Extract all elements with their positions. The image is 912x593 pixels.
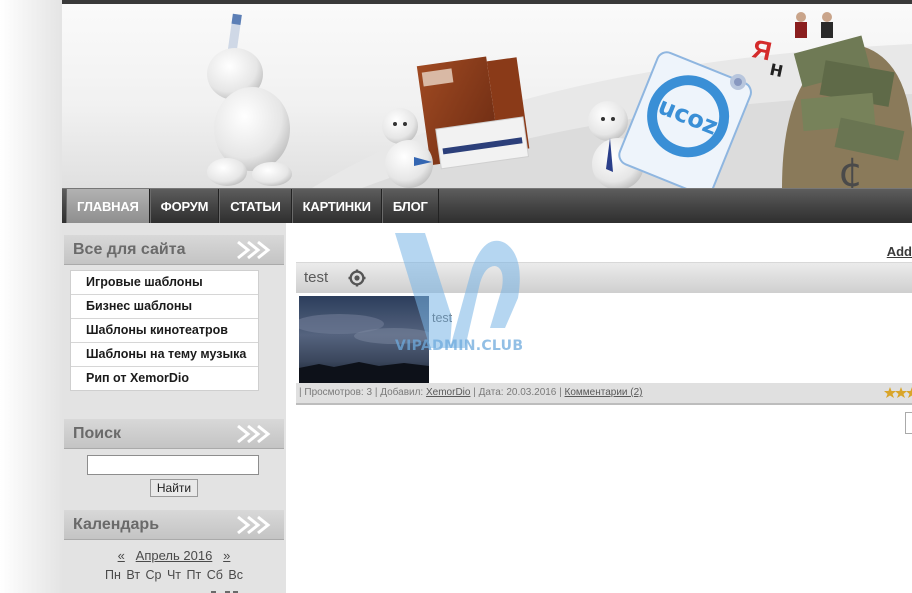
calendar-next-link[interactable]: » xyxy=(223,548,230,563)
search-block-title-text: Поиск xyxy=(73,425,122,442)
site-block-title-text: Все для сайта xyxy=(73,241,186,258)
people-icon xyxy=(795,12,833,38)
site-block-title: Все для сайта xyxy=(64,235,284,265)
search-button[interactable]: Найти xyxy=(150,479,198,497)
page: ucoz Я н ¢ ГЛАВНАЯ ФОРУМ СТАТЬИ КАРТИНКИ… xyxy=(0,0,912,593)
chevrons-icon xyxy=(237,515,271,535)
entry-thumbnail-image[interactable] xyxy=(299,296,429,383)
figure-pencil-icon xyxy=(207,13,292,186)
nav-item-blog[interactable]: БЛОГ xyxy=(381,189,439,223)
calendar-cut-off-row xyxy=(211,591,238,593)
search-block-title: Поиск xyxy=(64,419,284,449)
chevrons-icon xyxy=(237,240,271,260)
entry-details: | Просмотров: 3 | Добавил: XemorDio | Да… xyxy=(296,383,912,403)
add-entry-link[interactable]: Add xyxy=(887,244,912,259)
gear-icon[interactable] xyxy=(348,269,366,287)
entry-date: | Дата: 20.03.2016 | xyxy=(470,387,565,398)
main-content: Add test test | Просмотров: 3 | Добавил:… xyxy=(286,223,912,593)
entry-divider xyxy=(296,403,912,405)
entry-views: | Просмотров: 3 | Добавил: xyxy=(299,387,426,398)
calendar-weekdays: Пн Вт Ср Чт Пт Сб Вс xyxy=(105,568,243,582)
site-menu-list: Игровые шаблоны Бизнес шаблоны Шаблоны к… xyxy=(70,270,259,391)
menu-item-music-templates[interactable]: Шаблоны на тему музыка xyxy=(71,343,258,367)
menu-item-xemordio-rip[interactable]: Рип от XemorDio xyxy=(71,367,258,390)
menu-item-cinema-templates[interactable]: Шаблоны кинотеатров xyxy=(71,319,258,343)
calendar-nav: « Апрель 2016 » xyxy=(62,548,286,563)
calendar-block-title-text: Календарь xyxy=(73,516,160,533)
page-control-box[interactable] xyxy=(905,412,912,434)
entry-title[interactable]: test xyxy=(304,269,328,286)
calendar-prev-link[interactable]: « xyxy=(118,548,125,563)
calendar-days-row xyxy=(211,586,241,593)
calendar-block-title: Календарь xyxy=(64,510,284,540)
rating-stars-icon[interactable] xyxy=(884,387,912,399)
entry-comments-link[interactable]: Комментарии (2) xyxy=(565,387,643,398)
entry-text: test xyxy=(432,311,453,325)
nav-item-forum[interactable]: ФОРУМ xyxy=(149,189,220,223)
dle-box-icon xyxy=(416,56,530,170)
calendar-month-link[interactable]: Апрель 2016 xyxy=(136,548,213,563)
svg-text:¢: ¢ xyxy=(838,150,863,188)
sidebar: Все для сайта Игровые шаблоны Бизнес шаб… xyxy=(62,223,286,593)
menu-item-game-templates[interactable]: Игровые шаблоны xyxy=(71,271,258,295)
nav-item-articles[interactable]: СТАТЬИ xyxy=(219,189,292,223)
header-banner: ucoz Я н ¢ xyxy=(62,4,912,188)
entry-author-link[interactable]: XemorDio xyxy=(426,387,470,398)
chevrons-icon xyxy=(237,424,271,444)
main-nav: ГЛАВНАЯ ФОРУМ СТАТЬИ КАРТИНКИ БЛОГ xyxy=(62,188,912,223)
nav-item-home[interactable]: ГЛАВНАЯ xyxy=(66,189,150,223)
left-gutter xyxy=(0,0,62,593)
search-input[interactable] xyxy=(87,455,259,475)
menu-item-business-templates[interactable]: Бизнес шаблоны xyxy=(71,295,258,319)
entry-header: test xyxy=(296,262,912,293)
banner-illustration: ucoz Я н ¢ xyxy=(207,12,912,188)
nav-item-pictures[interactable]: КАРТИНКИ xyxy=(291,189,382,223)
